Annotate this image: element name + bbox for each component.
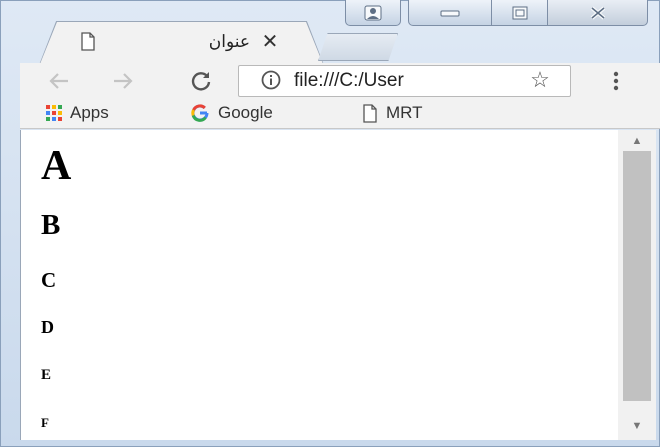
heading-h6: F	[41, 415, 49, 430]
bookmark-label: MRT	[386, 103, 423, 122]
minimize-button[interactable]	[408, 0, 492, 26]
close-icon	[590, 5, 605, 20]
apps-grid-icon	[46, 105, 62, 121]
tab-title: عنوان	[208, 32, 250, 51]
forward-arrow-icon	[114, 73, 133, 89]
info-icon[interactable]	[260, 69, 282, 91]
back-button[interactable]	[44, 65, 74, 97]
bookmark-star-icon[interactable]: ☆	[528, 68, 552, 92]
bookmark-label: Google	[218, 103, 273, 122]
maximize-icon	[512, 6, 527, 19]
url-text[interactable]: file:///C:/User	[294, 70, 514, 94]
close-button[interactable]	[548, 0, 648, 26]
new-tab-button[interactable]	[318, 33, 398, 61]
tab-close-icon[interactable]: ✕	[259, 31, 281, 53]
person-icon	[364, 5, 382, 20]
heading-h1: A	[41, 143, 72, 189]
forward-button[interactable]	[108, 65, 138, 97]
reload-icon	[191, 72, 211, 91]
google-icon	[191, 104, 209, 122]
back-arrow-icon	[49, 73, 68, 89]
bookmark-apps[interactable]: Apps	[46, 101, 109, 125]
minimize-icon	[440, 10, 460, 16]
page-icon	[363, 103, 377, 123]
bookmark-google[interactable]: Google	[190, 101, 273, 125]
bookmarks-bar	[20, 99, 660, 129]
page-content: A B C D E F	[20, 130, 618, 440]
scroll-down-arrow-icon[interactable]: ▼	[626, 420, 648, 436]
scrollbar-thumb[interactable]	[623, 151, 651, 401]
scroll-up-arrow-icon[interactable]: ▲	[626, 135, 648, 151]
window-controls	[408, 0, 660, 26]
page-icon	[81, 32, 95, 51]
kebab-menu-icon[interactable]	[606, 68, 626, 94]
heading-h3: C	[41, 268, 57, 292]
reload-button[interactable]	[186, 65, 216, 97]
profile-button[interactable]	[345, 0, 401, 26]
heading-h4: D	[41, 317, 54, 337]
bookmark-label: Apps	[70, 103, 109, 122]
heading-h2: B	[41, 209, 61, 241]
maximize-button[interactable]	[492, 0, 548, 26]
heading-h5: E	[41, 367, 52, 383]
bookmark-mrt[interactable]: MRT	[362, 101, 423, 125]
